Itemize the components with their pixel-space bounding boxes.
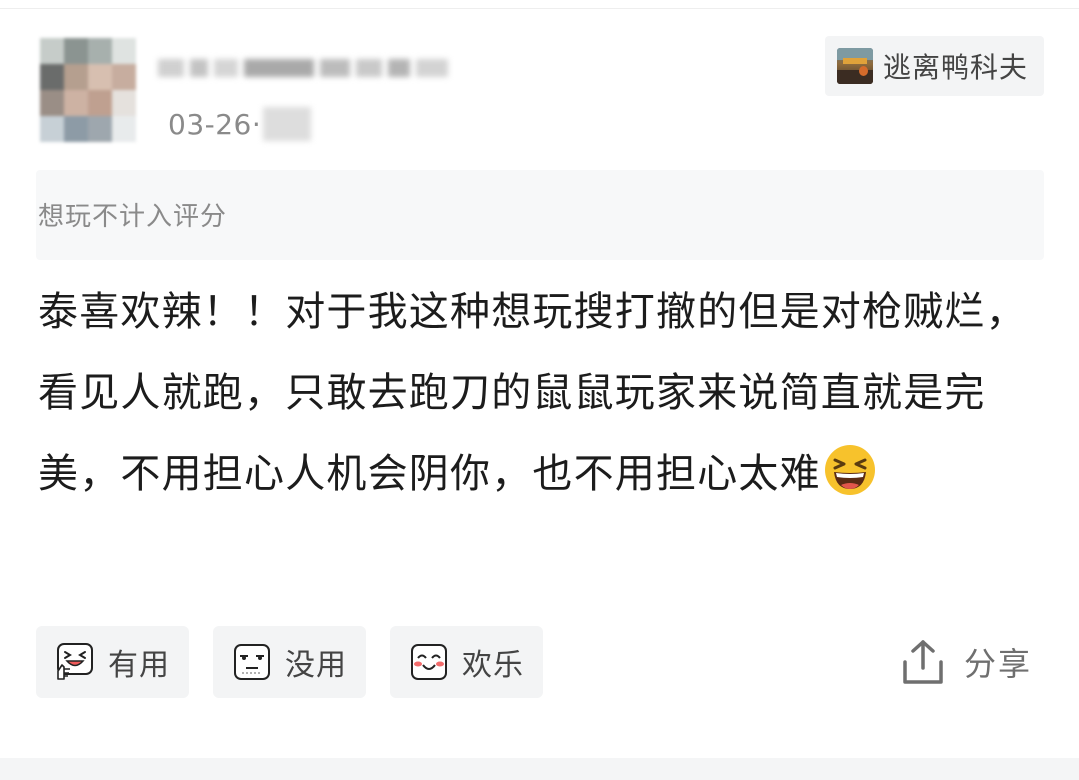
- share-label: 分享: [964, 645, 1033, 683]
- share-upload-icon: [903, 640, 943, 684]
- meta-separator: ·: [251, 107, 262, 141]
- rating-note-box: 想玩不计入评分: [36, 170, 1044, 260]
- game-tag-label: 逃离鸭科夫: [883, 51, 1029, 84]
- reaction-funny-button[interactable]: 欢乐: [390, 626, 543, 698]
- reaction-useful-label: 有用: [108, 648, 170, 683]
- share-button[interactable]: 分享: [900, 636, 1032, 688]
- laughing-thumbs-up-icon: [57, 643, 93, 680]
- game-cover-icon: [837, 48, 873, 84]
- grinning-squinting-face-emoji: [824, 445, 875, 495]
- post-meta: 03-26 ·: [168, 104, 312, 144]
- post-date: 03-26: [168, 107, 252, 141]
- review-text: 泰喜欢辣！！对于我这种想玩搜打撤的但是对枪贼烂，看见人就跑，只敢去跑刀的鼠鼠玩家…: [38, 289, 1027, 497]
- unimpressed-face-icon: [234, 644, 270, 680]
- bottom-divider: [0, 758, 1079, 780]
- rating-note-text: 想玩不计入评分: [38, 202, 228, 232]
- reaction-useful-button[interactable]: 有用: [36, 626, 189, 698]
- meta-redacted: [263, 107, 312, 141]
- blushing-smile-icon: [411, 644, 447, 680]
- reaction-useless-button[interactable]: 没用: [213, 626, 366, 698]
- top-divider: [0, 8, 1079, 9]
- game-tag[interactable]: 逃离鸭科夫: [825, 36, 1044, 96]
- username-redacted[interactable]: [158, 44, 460, 92]
- reaction-useless-label: 没用: [285, 648, 347, 683]
- user-avatar[interactable]: [40, 38, 136, 142]
- reaction-funny-label: 欢乐: [462, 648, 524, 683]
- review-content: 泰喜欢辣！！对于我这种想玩搜打撤的但是对枪贼烂，看见人就跑，只敢去跑刀的鼠鼠玩家…: [38, 272, 1048, 515]
